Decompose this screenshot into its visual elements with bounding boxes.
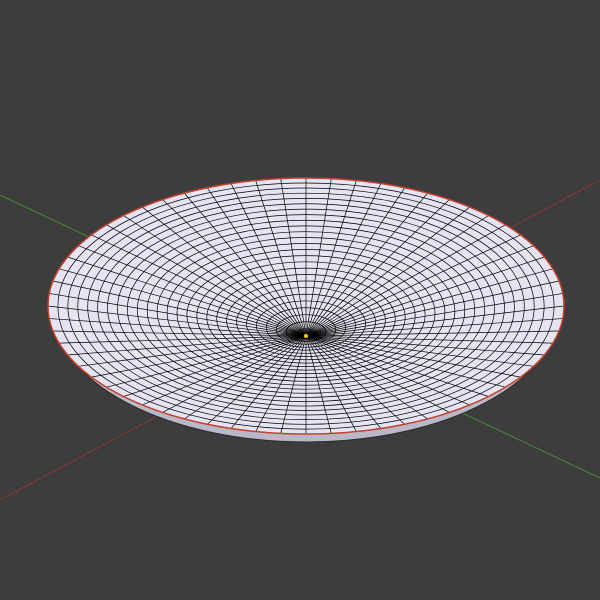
origin-dot-icon xyxy=(303,333,309,339)
dish-mesh[interactable] xyxy=(47,177,565,443)
wireframe-spokes xyxy=(47,178,565,434)
object-origin xyxy=(303,333,309,339)
viewport-canvas[interactable] xyxy=(0,0,600,600)
3d-viewport[interactable] xyxy=(0,0,600,600)
